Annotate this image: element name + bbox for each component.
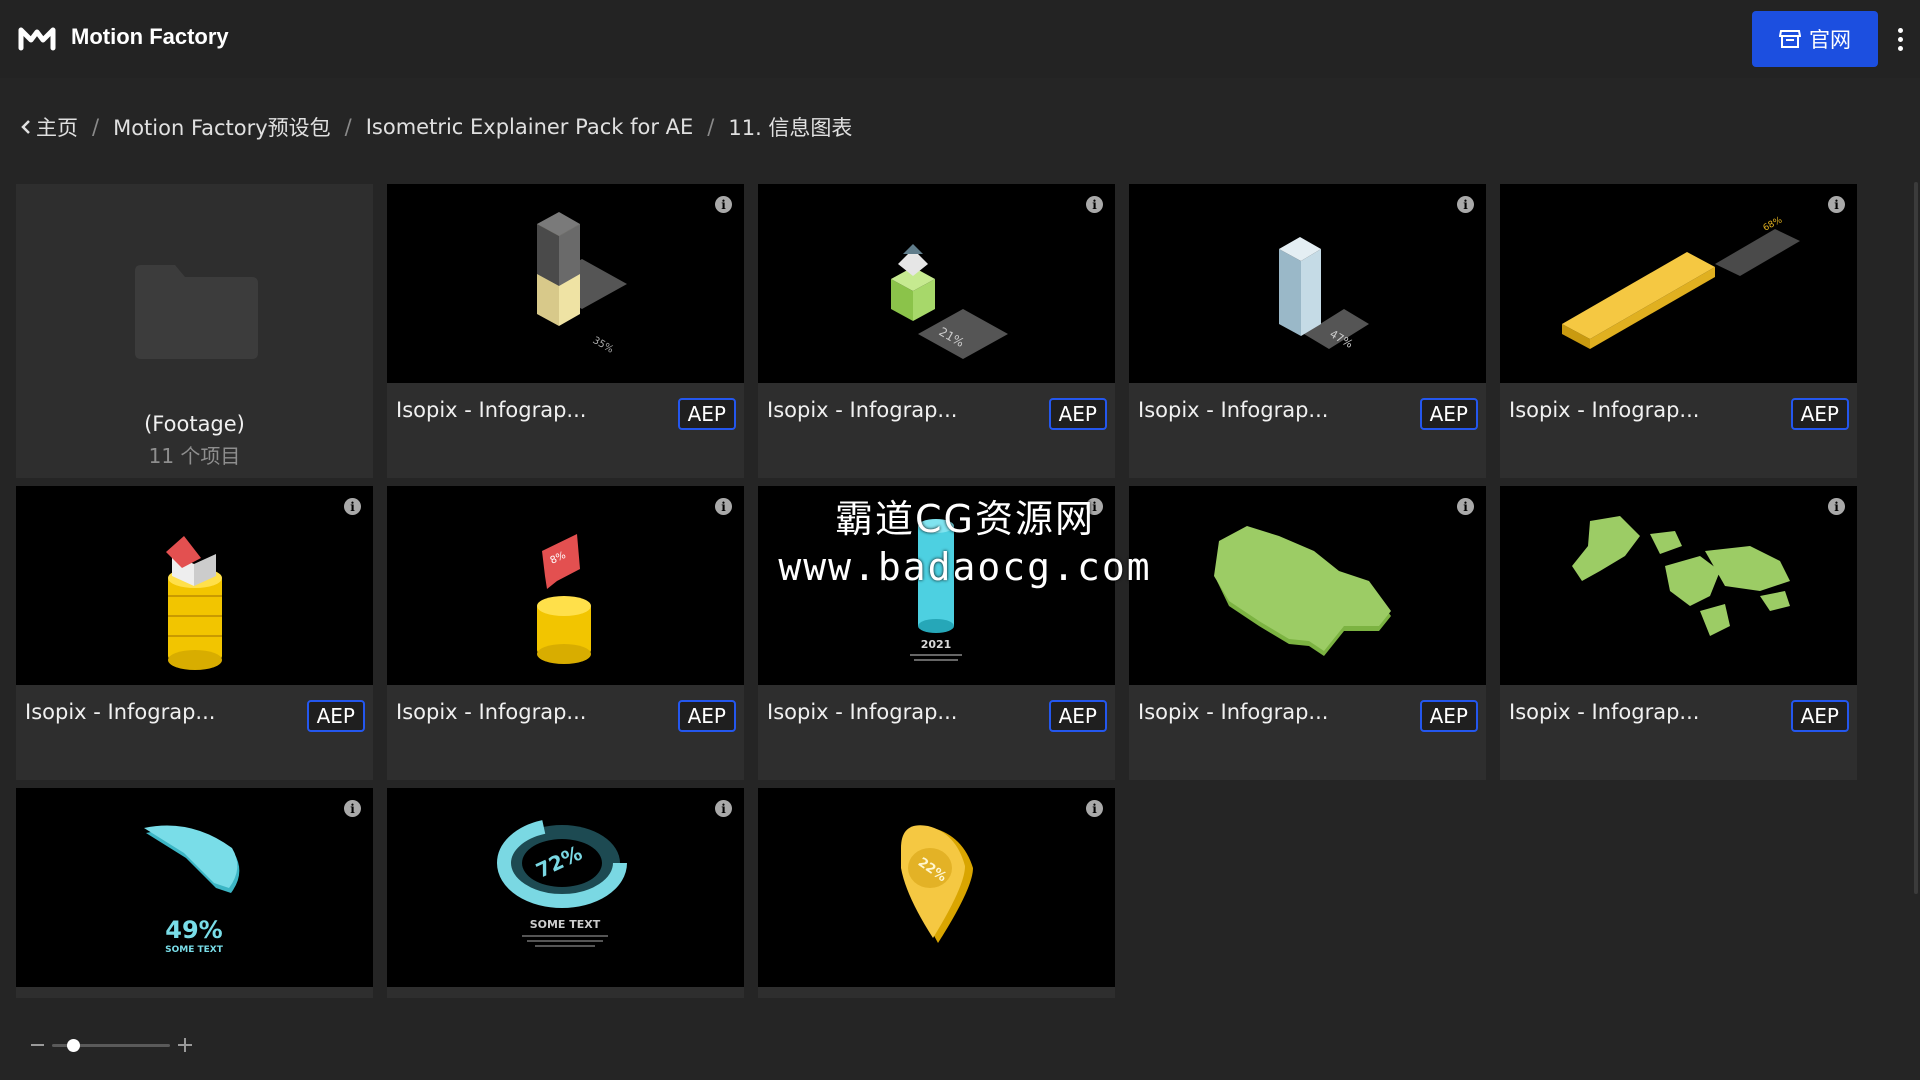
chevron-left-icon[interactable] bbox=[20, 119, 32, 135]
breadcrumb-home[interactable]: 主页 bbox=[36, 112, 78, 142]
breadcrumb: 主页 / Motion Factory预设包 / Isometric Expla… bbox=[20, 112, 852, 142]
folder-name: (Footage) bbox=[144, 412, 245, 436]
info-icon[interactable]: i bbox=[344, 498, 361, 515]
asset-thumbnail: 2021 bbox=[758, 486, 1115, 685]
top-bar: Motion Factory 官网 bbox=[0, 0, 1920, 78]
aep-badge: AEP bbox=[1048, 700, 1107, 732]
asset-thumbnail: 21% bbox=[758, 184, 1115, 383]
dot bbox=[1897, 36, 1903, 42]
asset-thumbnail: 68% bbox=[1500, 184, 1857, 383]
vertical-dots-icon bbox=[1897, 27, 1903, 33]
info-icon[interactable]: i bbox=[1086, 196, 1103, 213]
breadcrumb-separator: / bbox=[92, 115, 100, 139]
asset-grid: (Footage) 11 个项目 35% i Isopix - Infograp… bbox=[0, 170, 1920, 1000]
grid-scrollbar[interactable] bbox=[1914, 182, 1918, 894]
thumb-sub-label: SOME TEXT bbox=[165, 945, 224, 955]
aep-badge: AEP bbox=[1790, 398, 1849, 430]
aep-badge: AEP bbox=[1048, 398, 1107, 430]
store-icon bbox=[1779, 30, 1801, 48]
zoom-in-icon[interactable] bbox=[178, 1038, 192, 1052]
breadcrumb-separator: / bbox=[707, 115, 715, 139]
motion-factory-logo-icon bbox=[18, 27, 56, 51]
asset-name: Isopix - Infograp... bbox=[396, 398, 587, 422]
asset-thumbnail: 8% bbox=[387, 486, 744, 685]
asset-card[interactable]: i Isopix - Infograp... AEP bbox=[1500, 486, 1857, 780]
zoom-slider-knob[interactable] bbox=[67, 1039, 81, 1052]
folder-card-footage[interactable]: (Footage) 11 个项目 bbox=[16, 184, 373, 478]
aep-badge: AEP bbox=[1419, 700, 1478, 732]
asset-thumbnail bbox=[1500, 486, 1857, 685]
info-icon[interactable]: i bbox=[715, 498, 732, 515]
breadcrumb-explainer-pack[interactable]: Isometric Explainer Pack for AE bbox=[366, 115, 694, 139]
breadcrumb-current: 11. 信息图表 bbox=[728, 116, 853, 140]
info-icon[interactable]: i bbox=[1828, 498, 1845, 515]
asset-name: Isopix - Infograp... bbox=[767, 700, 958, 724]
asset-thumbnail: 47% bbox=[1129, 184, 1486, 383]
info-icon[interactable]: i bbox=[1457, 196, 1474, 213]
asset-card[interactable]: 8% i Isopix - Infograp... AEP bbox=[387, 486, 744, 780]
asset-card[interactable]: i Isopix - Infograp... AEP bbox=[16, 486, 373, 780]
thumb-sub-label: SOME TEXT bbox=[530, 918, 601, 931]
asset-name: Isopix - Infograp... bbox=[1138, 700, 1329, 724]
info-icon[interactable]: i bbox=[715, 800, 732, 817]
asset-card[interactable]: i Isopix - Infograp... AEP bbox=[1129, 486, 1486, 780]
official-site-button[interactable]: 官网 bbox=[1752, 11, 1878, 67]
more-options-button[interactable] bbox=[1890, 24, 1910, 54]
zoom-control bbox=[28, 1034, 198, 1056]
aep-badge: AEP bbox=[677, 398, 736, 430]
dot bbox=[1897, 45, 1903, 51]
bottom-bar bbox=[0, 998, 1920, 1080]
asset-thumbnail: 49% SOME TEXT bbox=[16, 788, 373, 987]
asset-card[interactable]: 35% i Isopix - Infograp... AEP bbox=[387, 184, 744, 478]
thumb-label: 2021 bbox=[921, 638, 952, 651]
asset-name: Isopix - Infograp... bbox=[767, 398, 958, 422]
asset-thumbnail: 35% bbox=[387, 184, 744, 383]
asset-name: Isopix - Infograp... bbox=[396, 700, 587, 724]
asset-name: Isopix - Infograp... bbox=[1138, 398, 1329, 422]
folder-icon bbox=[135, 265, 258, 359]
zoom-out-icon[interactable] bbox=[31, 1044, 44, 1046]
asset-name: Isopix - Infograp... bbox=[25, 700, 216, 724]
thumb-label: 49% bbox=[165, 916, 222, 944]
aep-badge: AEP bbox=[1790, 700, 1849, 732]
asset-card[interactable]: 68% i Isopix - Infograp... AEP bbox=[1500, 184, 1857, 478]
info-icon[interactable]: i bbox=[1457, 498, 1474, 515]
asset-card[interactable]: 22% i bbox=[758, 788, 1115, 1000]
info-icon[interactable]: i bbox=[1828, 196, 1845, 213]
asset-name: Isopix - Infograp... bbox=[1509, 700, 1700, 724]
aep-badge: AEP bbox=[1419, 398, 1478, 430]
info-icon[interactable]: i bbox=[344, 800, 361, 817]
asset-card[interactable]: 47% i Isopix - Infograp... AEP bbox=[1129, 184, 1486, 478]
asset-thumbnail: 22% bbox=[758, 788, 1115, 987]
asset-card[interactable]: 49% SOME TEXT i bbox=[16, 788, 373, 1000]
info-icon[interactable]: i bbox=[1086, 800, 1103, 817]
aep-badge: AEP bbox=[306, 700, 365, 732]
asset-name: Isopix - Infograp... bbox=[1509, 398, 1700, 422]
info-icon[interactable]: i bbox=[1086, 498, 1103, 515]
aep-badge: AEP bbox=[677, 700, 736, 732]
info-icon[interactable]: i bbox=[715, 196, 732, 213]
asset-card[interactable]: 21% i Isopix - Infograp... AEP bbox=[758, 184, 1115, 478]
asset-thumbnail bbox=[16, 486, 373, 685]
folder-item-count: 11 个项目 bbox=[148, 444, 241, 468]
asset-thumbnail: 72% SOME TEXT bbox=[387, 788, 744, 987]
asset-thumbnail bbox=[1129, 486, 1486, 685]
asset-card[interactable]: 2021 i Isopix - Infograp... AEP bbox=[758, 486, 1115, 780]
asset-card[interactable]: 72% SOME TEXT i bbox=[387, 788, 744, 1000]
thumb-label: 35% bbox=[591, 335, 616, 356]
official-site-label: 官网 bbox=[1809, 29, 1851, 52]
breadcrumb-separator: / bbox=[344, 115, 352, 139]
breadcrumb-preset-pack[interactable]: Motion Factory预设包 bbox=[113, 112, 331, 142]
app-title: Motion Factory bbox=[71, 24, 229, 49]
